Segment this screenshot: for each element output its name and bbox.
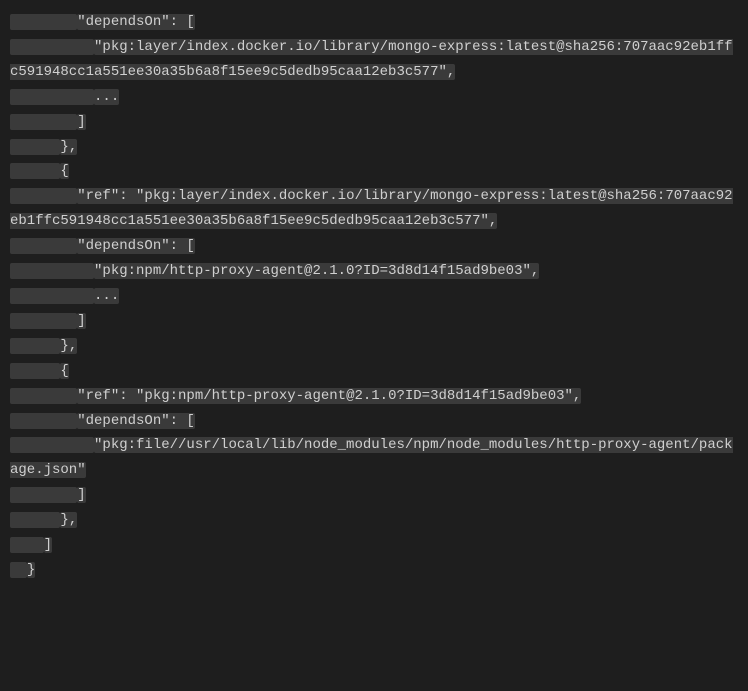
code-block: "dependsOn": [ "pkg:layer/index.docker.i… bbox=[10, 10, 738, 583]
